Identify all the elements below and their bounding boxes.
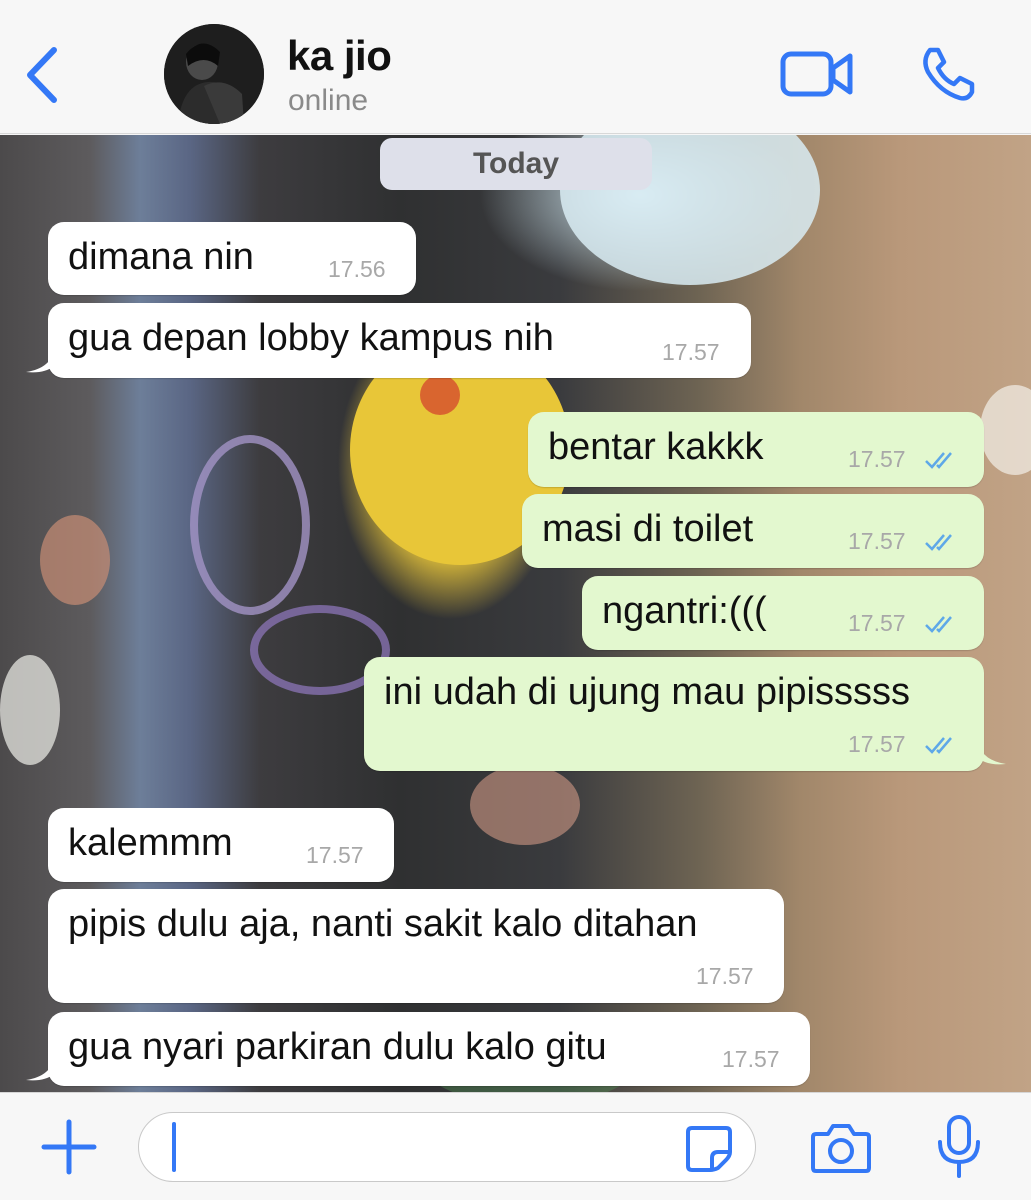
chevron-left-icon[interactable] bbox=[18, 40, 68, 110]
message-time: 17.56 bbox=[328, 256, 386, 282]
message-text: bentar kakkk bbox=[548, 426, 764, 468]
read-ticks-icon bbox=[925, 616, 952, 633]
contact-name[interactable]: ka jio bbox=[287, 32, 392, 80]
message-time: 17.57 bbox=[848, 610, 906, 636]
message-bubble-incoming[interactable]: kalemmm 17.57 bbox=[48, 808, 394, 882]
avatar[interactable] bbox=[164, 24, 264, 124]
message-bubble-outgoing[interactable]: bentar kakkk 17.57 bbox=[528, 412, 984, 487]
phone-icon[interactable] bbox=[918, 44, 978, 104]
message-text: pipis dulu aja, nanti sakit kalo ditahan bbox=[68, 903, 698, 945]
read-ticks-icon bbox=[925, 737, 952, 754]
avatar-photo-icon bbox=[164, 24, 264, 124]
sticker-icon[interactable] bbox=[684, 1124, 734, 1174]
message-bubble-incoming[interactable]: dimana nin 17.56 bbox=[48, 222, 416, 295]
message-text: kalemmm bbox=[68, 822, 233, 864]
camera-icon[interactable] bbox=[810, 1120, 872, 1174]
plus-icon[interactable] bbox=[40, 1118, 98, 1176]
bubble-tail bbox=[978, 740, 1006, 765]
video-camera-icon[interactable] bbox=[780, 48, 854, 100]
bubble-tail bbox=[26, 348, 54, 373]
contact-status: online bbox=[288, 84, 369, 117]
message-text: gua depan lobby kampus nih bbox=[68, 317, 554, 359]
message-time: 17.57 bbox=[306, 842, 364, 868]
chat-header: ka jio online bbox=[0, 0, 1031, 134]
read-ticks-icon bbox=[925, 534, 952, 551]
message-bubble-outgoing[interactable]: masi di toilet 17.57 bbox=[522, 494, 984, 568]
message-bubble-incoming[interactable]: pipis dulu aja, nanti sakit kalo ditahan… bbox=[48, 889, 784, 1003]
message-bubble-outgoing[interactable]: ngantri:((( 17.57 bbox=[582, 576, 984, 650]
message-text: dimana nin bbox=[68, 236, 254, 278]
read-ticks-icon bbox=[925, 452, 952, 469]
message-time: 17.57 bbox=[848, 528, 906, 554]
message-bubble-outgoing[interactable]: ini udah di ujung mau pipisssss 17.57 bbox=[364, 657, 984, 771]
message-text: ngantri:((( bbox=[602, 590, 767, 632]
message-bubble-incoming[interactable]: gua depan lobby kampus nih 17.57 bbox=[48, 303, 751, 378]
microphone-icon[interactable] bbox=[934, 1114, 984, 1180]
message-time: 17.57 bbox=[848, 731, 906, 757]
message-text: gua nyari parkiran dulu kalo gitu bbox=[68, 1026, 607, 1068]
message-time: 17.57 bbox=[722, 1046, 780, 1072]
text-cursor bbox=[172, 1122, 176, 1172]
message-bubble-incoming[interactable]: gua nyari parkiran dulu kalo gitu 17.57 bbox=[48, 1012, 810, 1086]
message-time: 17.57 bbox=[662, 339, 720, 365]
message-time: 17.57 bbox=[848, 446, 906, 472]
date-separator: Today bbox=[380, 138, 652, 190]
message-time: 17.57 bbox=[696, 963, 754, 989]
message-text: masi di toilet bbox=[542, 508, 754, 550]
message-input[interactable] bbox=[138, 1112, 756, 1182]
message-text: ini udah di ujung mau pipisssss bbox=[384, 671, 910, 713]
bubble-tail bbox=[26, 1056, 54, 1081]
